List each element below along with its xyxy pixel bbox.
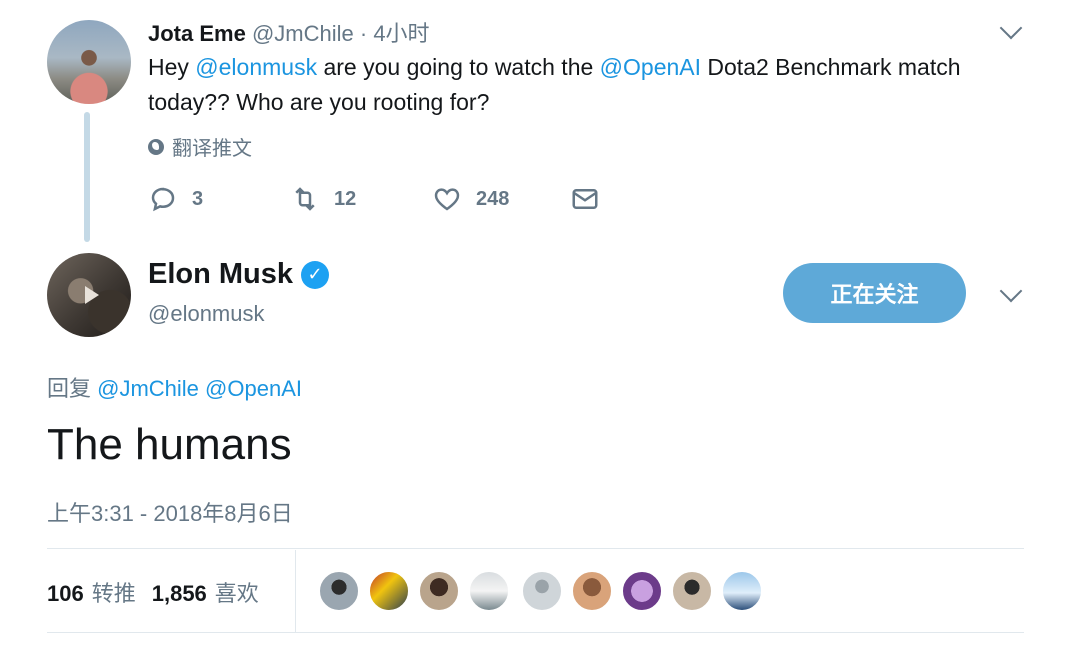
parent-text-part: Hey bbox=[148, 54, 196, 80]
divider bbox=[47, 632, 1024, 633]
parent-text-part: are you going to watch the bbox=[317, 54, 600, 80]
chevron-down-icon[interactable] bbox=[999, 16, 1023, 40]
globe-icon bbox=[148, 138, 164, 155]
like-action[interactable]: 248 bbox=[432, 184, 509, 214]
reply-icon bbox=[151, 187, 175, 212]
tweet-page: Jota Eme @JmChile · 4小时 Hey @elonmusk ar… bbox=[0, 0, 1080, 646]
play-icon bbox=[85, 286, 99, 304]
parent-tweet-header: Jota Eme @JmChile · 4小时 bbox=[148, 16, 430, 48]
tweet-stats: 106 转推 1,856 喜欢 bbox=[47, 576, 259, 608]
liker-avatar[interactable] bbox=[368, 570, 410, 612]
liker-avatar[interactable] bbox=[521, 570, 563, 612]
retweet-action[interactable]: 12 bbox=[290, 184, 356, 214]
likes-label: 喜欢 bbox=[214, 581, 259, 606]
tweet-timestamp[interactable]: 上午3:31 - 2018年8月6日 bbox=[47, 496, 293, 528]
mention-openai[interactable]: @OpenAI bbox=[205, 376, 302, 401]
reply-to-line: 回复 @JmChile @OpenAI bbox=[47, 371, 302, 403]
translate-tweet-link[interactable]: 翻译推文 bbox=[148, 132, 252, 161]
liker-avatar[interactable] bbox=[318, 570, 360, 612]
retweets-count: 106 bbox=[47, 581, 84, 606]
translate-label: 翻译推文 bbox=[172, 138, 252, 160]
liker-avatar[interactable] bbox=[571, 570, 613, 612]
retweet-count: 12 bbox=[334, 187, 357, 210]
thread-line bbox=[84, 112, 90, 242]
reply-prefix: 回复 bbox=[47, 376, 98, 401]
avatar-elon-musk[interactable] bbox=[47, 253, 131, 337]
retweet-icon bbox=[295, 187, 315, 211]
liker-avatar[interactable] bbox=[468, 570, 510, 612]
following-button[interactable]: 正在关注 bbox=[783, 263, 966, 323]
divider bbox=[47, 548, 1024, 549]
reply-count: 3 bbox=[192, 187, 204, 210]
main-author-handle[interactable]: @elonmusk bbox=[148, 301, 265, 327]
likes-stat[interactable]: 1,856 喜欢 bbox=[152, 576, 259, 608]
liker-avatar[interactable] bbox=[621, 570, 663, 612]
dm-icon bbox=[572, 189, 598, 209]
mention-jmchile[interactable]: @JmChile bbox=[97, 376, 199, 401]
dm-action[interactable] bbox=[570, 184, 600, 214]
verified-icon: ✓ bbox=[301, 260, 330, 289]
parent-tweet-text: Hey @elonmusk are you going to watch the… bbox=[148, 50, 1048, 120]
liker-avatar[interactable] bbox=[671, 570, 713, 612]
parent-author-handle[interactable]: @JmChile bbox=[252, 21, 354, 46]
like-icon bbox=[434, 188, 460, 211]
liker-avatar[interactable] bbox=[418, 570, 460, 612]
main-tweet-text: The humans bbox=[47, 420, 292, 469]
avatar-jota-eme[interactable] bbox=[47, 20, 131, 104]
parent-author-name[interactable]: Jota Eme bbox=[148, 21, 246, 46]
main-author-name-row[interactable]: Elon Musk ✓ bbox=[148, 258, 330, 291]
like-count: 248 bbox=[476, 187, 510, 210]
mention-elonmusk[interactable]: @elonmusk bbox=[195, 54, 317, 80]
mention-openai[interactable]: @OpenAI bbox=[600, 54, 701, 80]
retweets-label: 转推 bbox=[91, 581, 136, 606]
likes-count: 1,856 bbox=[151, 581, 207, 606]
chevron-down-icon[interactable] bbox=[999, 279, 1023, 303]
reply-action[interactable]: 3 bbox=[148, 184, 203, 214]
main-author-name[interactable]: Elon Musk bbox=[148, 258, 293, 291]
liker-avatar[interactable] bbox=[721, 570, 763, 612]
parent-tweet-time[interactable]: · 4小时 bbox=[360, 21, 430, 46]
retweets-stat[interactable]: 106 转推 bbox=[47, 576, 136, 608]
divider bbox=[295, 550, 296, 632]
